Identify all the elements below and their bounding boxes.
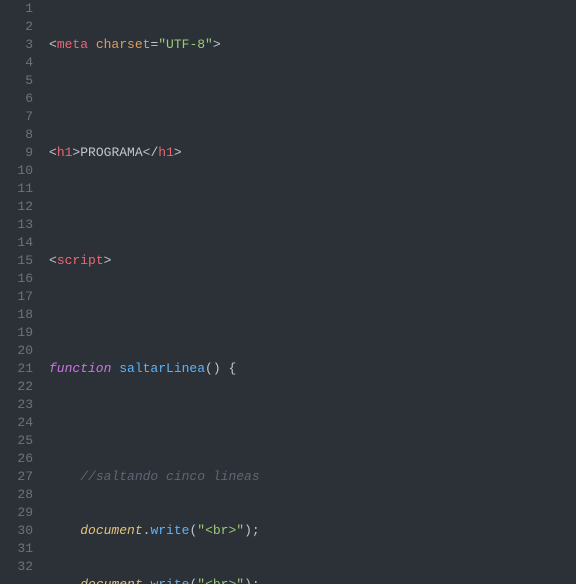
line-number: 9	[0, 144, 33, 162]
line-number: 4	[0, 54, 33, 72]
line-number: 31	[0, 540, 33, 558]
code-line[interactable]: <meta charset="UTF-8">	[45, 36, 576, 54]
line-number: 27	[0, 468, 33, 486]
code-line[interactable]	[45, 414, 576, 432]
line-number: 14	[0, 234, 33, 252]
code-line[interactable]	[45, 306, 576, 324]
code-editor[interactable]: 1 2 3 4 5 6 7 8 9 10 11 12 13 14 15 16 1…	[0, 0, 576, 584]
line-number: 32	[0, 558, 33, 576]
line-number: 18	[0, 306, 33, 324]
line-number: 17	[0, 288, 33, 306]
line-number: 26	[0, 450, 33, 468]
line-number: 23	[0, 396, 33, 414]
code-line[interactable]	[45, 198, 576, 216]
code-line[interactable]: document.write("<br>");	[45, 576, 576, 584]
code-area[interactable]: <meta charset="UTF-8"> <h1>PROGRAMA</h1>…	[45, 0, 576, 584]
line-number: 16	[0, 270, 33, 288]
line-number: 2	[0, 18, 33, 36]
code-line[interactable]: function saltarLinea() {	[45, 360, 576, 378]
code-line[interactable]: document.write("<br>");	[45, 522, 576, 540]
code-line[interactable]	[45, 90, 576, 108]
line-number: 3	[0, 36, 33, 54]
line-number: 24	[0, 414, 33, 432]
line-number: 13	[0, 216, 33, 234]
line-number: 29	[0, 504, 33, 522]
line-number: 19	[0, 324, 33, 342]
line-number: 7	[0, 108, 33, 126]
code-line[interactable]: <script>	[45, 252, 576, 270]
line-number: 20	[0, 342, 33, 360]
line-number: 10	[0, 162, 33, 180]
line-number: 22	[0, 378, 33, 396]
line-number: 11	[0, 180, 33, 198]
line-number: 12	[0, 198, 33, 216]
line-number: 25	[0, 432, 33, 450]
line-number-gutter: 1 2 3 4 5 6 7 8 9 10 11 12 13 14 15 16 1…	[0, 0, 45, 584]
code-line[interactable]: <h1>PROGRAMA</h1>	[45, 144, 576, 162]
line-number: 5	[0, 72, 33, 90]
line-number: 21	[0, 360, 33, 378]
line-number: 6	[0, 90, 33, 108]
code-line[interactable]: //saltando cinco lineas	[45, 468, 576, 486]
line-number: 1	[0, 0, 33, 18]
line-number: 15	[0, 252, 33, 270]
line-number: 28	[0, 486, 33, 504]
line-number: 30	[0, 522, 33, 540]
line-number: 8	[0, 126, 33, 144]
